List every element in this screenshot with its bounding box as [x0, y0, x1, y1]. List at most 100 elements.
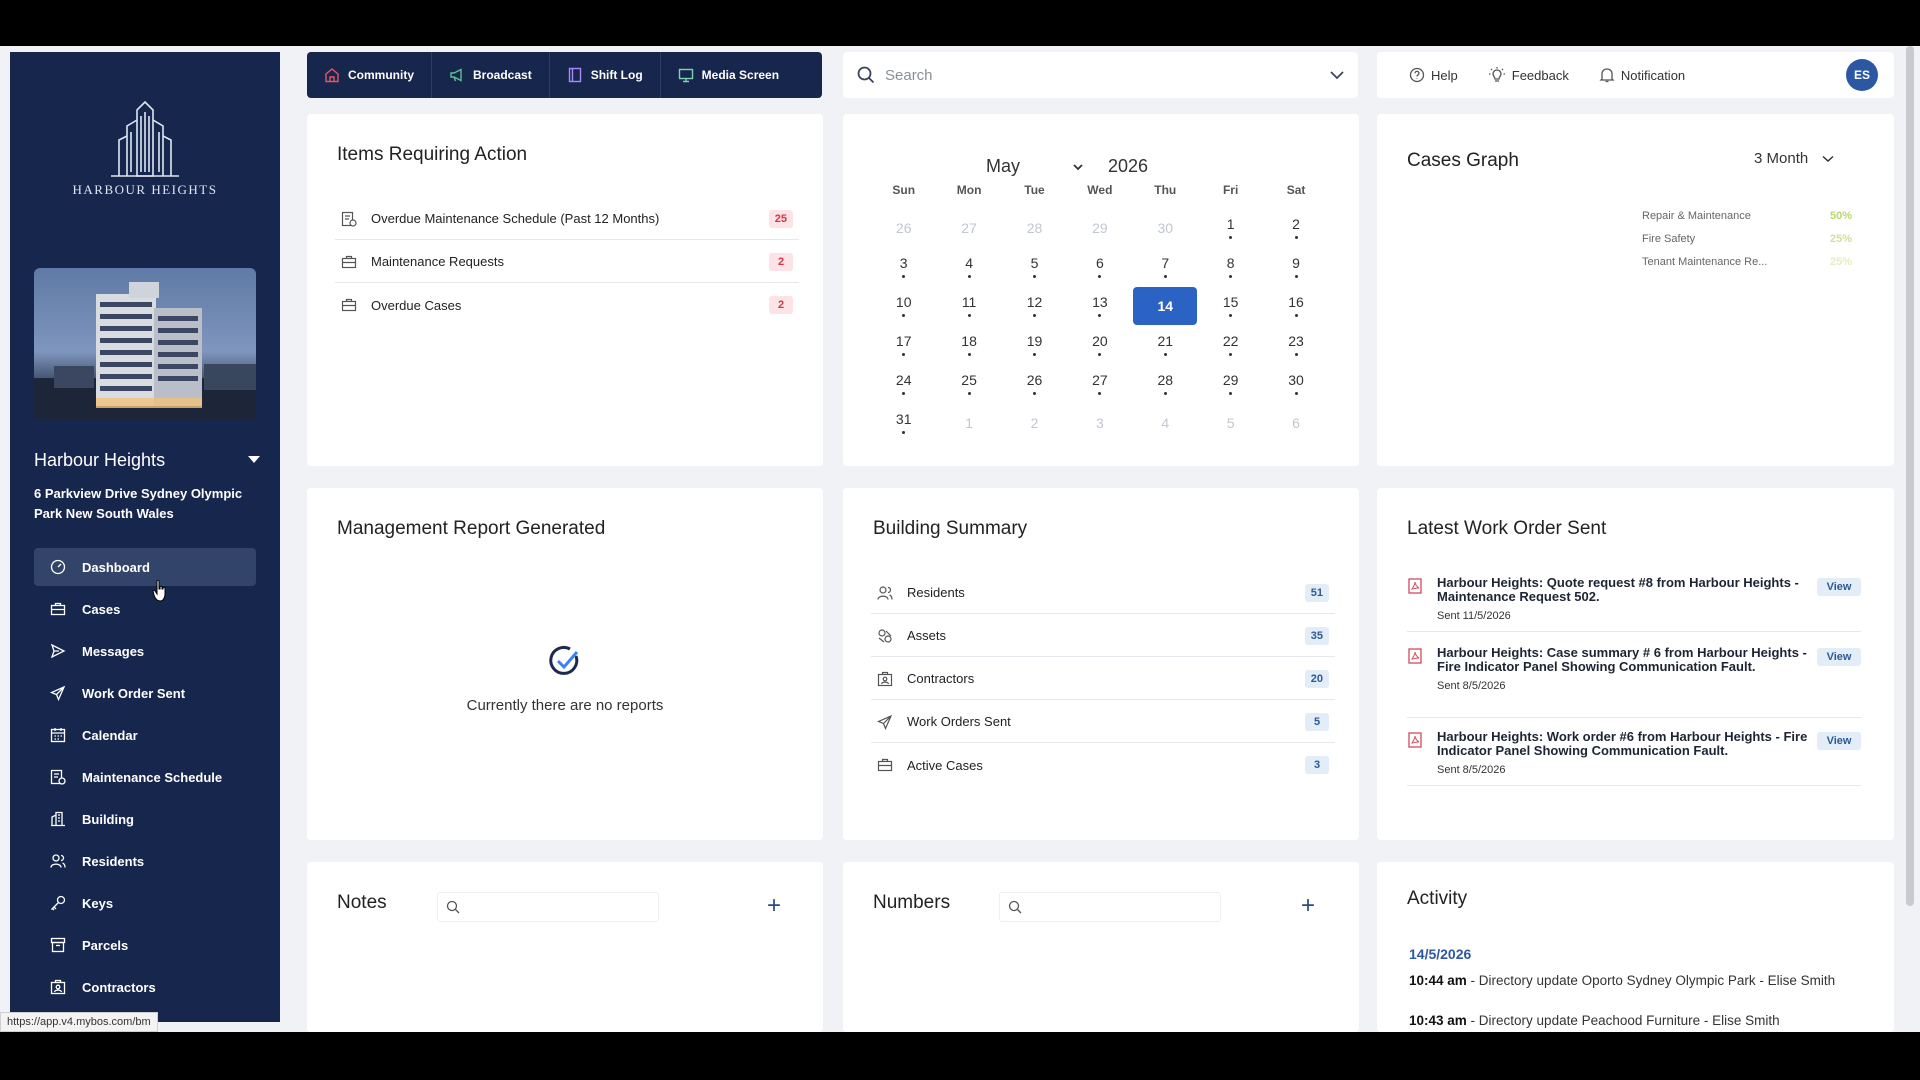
- mouse-cursor-icon: [152, 580, 166, 602]
- sidebar-item-maintenance-schedule[interactable]: Maintenance Schedule: [34, 758, 256, 796]
- action-row[interactable]: Maintenance Requests 2: [335, 241, 799, 283]
- calendar-day[interactable]: 27: [1067, 364, 1132, 403]
- calendar-day[interactable]: 21: [1133, 325, 1198, 364]
- calendar-day[interactable]: 23: [1263, 325, 1328, 364]
- building-select-caret-icon[interactable]: [248, 456, 260, 463]
- calendar-day[interactable]: 5: [1002, 247, 1067, 286]
- calendar-day[interactable]: 13: [1067, 286, 1132, 325]
- chevron-down-icon[interactable]: [1330, 70, 1344, 80]
- calendar-day[interactable]: 10: [871, 286, 936, 325]
- calendar-week-row: 26 27 28 29 30 1 2: [871, 208, 1329, 247]
- sidebar-item-work-order-sent[interactable]: Work Order Sent: [34, 674, 256, 712]
- add-number-button[interactable]: +: [1301, 894, 1315, 918]
- calendar-day[interactable]: 2: [1263, 208, 1328, 247]
- calendar-day[interactable]: 20: [1067, 325, 1132, 364]
- calendar-day[interactable]: 22: [1198, 325, 1263, 364]
- topnav-shift-log[interactable]: Shift Log: [550, 52, 661, 98]
- sidebar-item-building[interactable]: Building: [34, 800, 256, 838]
- calendar-day[interactable]: 4: [1133, 403, 1198, 442]
- view-button[interactable]: View: [1817, 578, 1861, 596]
- summary-row[interactable]: Contractors 20: [871, 658, 1335, 700]
- range-select[interactable]: 3 Month: [1754, 150, 1834, 167]
- calendar-day-number: 20: [1092, 333, 1108, 349]
- calendar-day[interactable]: 28: [1002, 208, 1067, 247]
- action-row[interactable]: Overdue Maintenance Schedule (Past 12 Mo…: [335, 198, 799, 240]
- calendar-day[interactable]: 6: [1263, 403, 1328, 442]
- calendar-day[interactable]: 17: [871, 325, 936, 364]
- calendar-day[interactable]: 25: [936, 364, 1001, 403]
- help-button[interactable]: Help: [1409, 67, 1458, 83]
- sidebar-item-cases[interactable]: Cases: [34, 590, 256, 628]
- calendar-day[interactable]: 15: [1198, 286, 1263, 325]
- building-name[interactable]: Harbour Heights: [34, 450, 165, 471]
- calendar-day[interactable]: 28: [1133, 364, 1198, 403]
- feedback-button[interactable]: Feedback: [1488, 66, 1569, 84]
- summary-row[interactable]: Assets 35: [871, 615, 1335, 657]
- calendar-day[interactable]: 29: [1067, 208, 1132, 247]
- sidebar-item-residents[interactable]: Residents: [34, 842, 256, 880]
- calendar-day[interactable]: 1: [936, 403, 1001, 442]
- search-input[interactable]: [885, 66, 1330, 84]
- work-order-row[interactable]: Harbour Heights: Case summary # 6 from H…: [1407, 646, 1861, 718]
- calendar-day[interactable]: 7: [1133, 247, 1198, 286]
- work-order-row[interactable]: Harbour Heights: Quote request #8 from H…: [1407, 576, 1861, 632]
- view-button[interactable]: View: [1817, 732, 1861, 750]
- action-row[interactable]: Overdue Cases 2: [335, 284, 799, 326]
- calendar-day[interactable]: 29: [1198, 364, 1263, 403]
- numbers-search[interactable]: [999, 892, 1221, 922]
- calendar-day[interactable]: 6: [1067, 247, 1132, 286]
- calendar-day[interactable]: 5: [1198, 403, 1263, 442]
- calendar-day[interactable]: 9: [1263, 247, 1328, 286]
- calendar-day[interactable]: 30: [1133, 208, 1198, 247]
- notes-search[interactable]: [437, 892, 659, 922]
- summary-row[interactable]: Residents 51: [871, 572, 1335, 614]
- event-dot: [1229, 314, 1233, 317]
- sidebar-item-calendar[interactable]: Calendar: [34, 716, 256, 754]
- sidebar-item-dashboard[interactable]: Dashboard: [34, 548, 256, 586]
- chevron-down-icon[interactable]: [1073, 164, 1083, 171]
- calendar-day[interactable]: 11: [936, 286, 1001, 325]
- add-note-button[interactable]: +: [767, 894, 781, 918]
- calendar-day[interactable]: 31: [871, 403, 936, 442]
- activity-date: 14/5/2026: [1409, 946, 1472, 962]
- page-scrollbar[interactable]: [1906, 46, 1914, 906]
- calendar-day[interactable]: 4: [936, 247, 1001, 286]
- global-search[interactable]: [843, 52, 1358, 98]
- calendar-day[interactable]: 19: [1002, 325, 1067, 364]
- calendar-day[interactable]: 2: [1002, 403, 1067, 442]
- calendar-day[interactable]: 3: [1067, 403, 1132, 442]
- calendar-year[interactable]: 2026: [1108, 156, 1148, 177]
- notification-button[interactable]: Notification: [1599, 67, 1685, 83]
- notes-search-input[interactable]: [468, 900, 648, 914]
- calendar-day[interactable]: 3: [871, 247, 936, 286]
- sidebar-item-keys[interactable]: Keys: [34, 884, 256, 922]
- event-dot: [1098, 353, 1102, 356]
- calendar-day[interactable]: 12: [1002, 286, 1067, 325]
- sidebar-item-parcels[interactable]: Parcels: [34, 926, 256, 964]
- calendar-weekday-row: Sun Mon Tue Wed Thu Fri Sat: [871, 180, 1329, 200]
- numbers-search-input[interactable]: [1030, 900, 1210, 914]
- work-order-row[interactable]: Harbour Heights: Work order #6 from Harb…: [1407, 730, 1861, 786]
- calendar-day[interactable]: 26: [871, 208, 936, 247]
- summary-row[interactable]: Work Orders Sent 5: [871, 701, 1335, 743]
- topnav-community[interactable]: Community: [307, 52, 432, 98]
- calendar-day[interactable]: 26: [1002, 364, 1067, 403]
- summary-row[interactable]: Active Cases 3: [871, 744, 1335, 786]
- topnav-broadcast[interactable]: Broadcast: [432, 52, 550, 98]
- calendar-day[interactable]: 8: [1198, 247, 1263, 286]
- calendar-day[interactable]: 24: [871, 364, 936, 403]
- sidebar-item-contractors[interactable]: Contractors: [34, 968, 256, 1006]
- view-button[interactable]: View: [1817, 648, 1861, 666]
- calendar-day[interactable]: 1: [1198, 208, 1263, 247]
- calendar-day-number: 11: [961, 294, 977, 310]
- calendar-month-select[interactable]: May: [986, 156, 1020, 177]
- calendar-day-today[interactable]: 14: [1133, 286, 1198, 325]
- topnav-media-screen[interactable]: Media Screen: [661, 52, 796, 98]
- sidebar-item-messages[interactable]: Messages: [34, 632, 256, 670]
- avatar[interactable]: ES: [1846, 59, 1878, 91]
- calendar-day[interactable]: 18: [936, 325, 1001, 364]
- calendar-day[interactable]: 27: [936, 208, 1001, 247]
- card-title: Notes: [337, 892, 387, 913]
- calendar-day[interactable]: 30: [1263, 364, 1328, 403]
- calendar-day[interactable]: 16: [1263, 286, 1328, 325]
